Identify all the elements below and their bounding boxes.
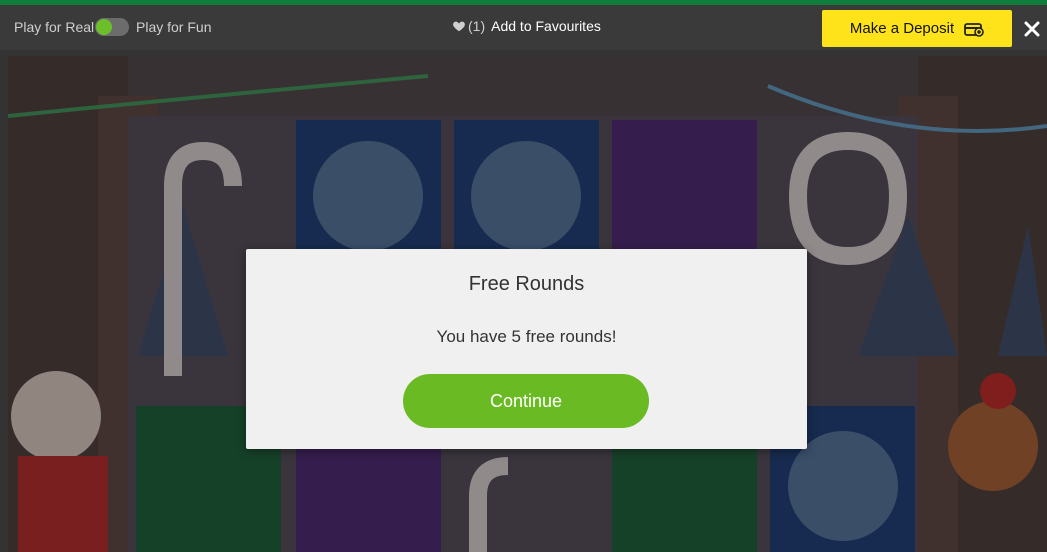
deposit-icon xyxy=(964,22,984,37)
top-bar: Play for Real Play for Fun (1) Add to Fa… xyxy=(0,5,1047,50)
favourites-label: Add to Favourites xyxy=(491,18,601,34)
heart-icon xyxy=(453,21,465,32)
dialog-message: You have 5 free rounds! xyxy=(436,327,617,346)
play-for-real-label[interactable]: Play for Real xyxy=(14,19,94,35)
add-to-favourites-button[interactable]: (1) Add to Favourites xyxy=(452,18,601,34)
make-deposit-button[interactable]: Make a Deposit xyxy=(822,10,1012,47)
continue-button[interactable]: Continue xyxy=(403,374,649,428)
toggle-knob xyxy=(96,19,112,35)
game-window: Play for Real Play for Fun (1) Add to Fa… xyxy=(0,0,1047,552)
play-for-fun-label[interactable]: Play for Fun xyxy=(136,19,211,35)
favourites-count: (1) xyxy=(468,18,486,34)
free-rounds-dialog: Free Rounds You have 5 free rounds! Cont… xyxy=(246,249,807,449)
close-icon[interactable] xyxy=(1023,20,1041,38)
deposit-label: Make a Deposit xyxy=(849,20,955,37)
dialog-title: Free Rounds xyxy=(468,273,585,295)
play-mode-toggle[interactable] xyxy=(95,18,129,36)
